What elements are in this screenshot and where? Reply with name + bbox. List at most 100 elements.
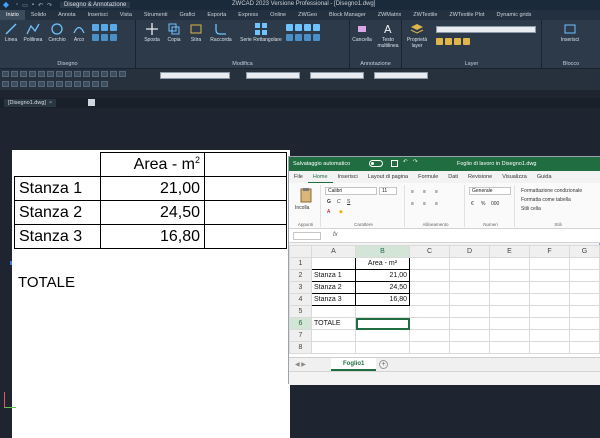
tool-icon[interactable]: [11, 81, 18, 87]
offset-icon[interactable]: [286, 34, 293, 41]
italic-icon[interactable]: C: [337, 199, 341, 205]
incolla-label[interactable]: Incolla: [295, 205, 309, 211]
worksheet-cell[interactable]: [311, 329, 356, 342]
fill-color-icon[interactable]: ◆: [339, 209, 343, 215]
worksheet-cell[interactable]: [409, 293, 450, 306]
worksheet-cell[interactable]: [409, 317, 450, 330]
worksheet-cell[interactable]: [355, 329, 410, 342]
tool-icon[interactable]: [56, 81, 63, 87]
worksheet-cell[interactable]: [489, 317, 530, 330]
worksheet-cell[interactable]: 21,00: [355, 269, 410, 282]
percent-icon[interactable]: %: [481, 201, 485, 207]
worksheet-cell[interactable]: [529, 281, 570, 294]
align-center-icon[interactable]: ≡: [423, 201, 426, 207]
worksheet-cell[interactable]: [569, 269, 600, 282]
tab-inizio[interactable]: Inizio: [0, 10, 25, 20]
tool-icon[interactable]: [47, 71, 54, 77]
point-icon[interactable]: [110, 34, 117, 41]
column-header-a[interactable]: A: [311, 245, 356, 258]
sheet-tab-foglio1[interactable]: Foglio1: [331, 358, 377, 371]
worksheet-table[interactable]: A B C D E F G 1 Area - m² 2 Stanza 1 21,00 3 S…: [289, 245, 600, 354]
add-sheet-button[interactable]: +: [379, 360, 388, 369]
undo-icon[interactable]: ↶: [38, 2, 43, 9]
conditional-formatting-button[interactable]: Formattazione condizionale: [521, 188, 582, 194]
tab-layout[interactable]: Layout di pagina: [363, 171, 413, 183]
row-header[interactable]: 3: [289, 281, 312, 294]
font-color-icon[interactable]: A: [327, 209, 330, 215]
cancella-button[interactable]: Cancella: [350, 22, 374, 43]
stira-button[interactable]: Stira: [186, 22, 206, 43]
tool-icon[interactable]: [74, 81, 81, 87]
raccorda-button[interactable]: Raccorda: [208, 22, 234, 43]
worksheet-cell[interactable]: [529, 317, 570, 330]
tool-icon[interactable]: [110, 71, 117, 77]
tool-icon[interactable]: [92, 71, 99, 77]
color-selector[interactable]: [246, 72, 300, 79]
linetype-selector[interactable]: [310, 72, 364, 79]
tab-dati[interactable]: Dati: [443, 171, 463, 183]
inserisci-blocco-button[interactable]: Inserisci: [556, 22, 584, 43]
tool-icon[interactable]: [29, 81, 36, 87]
worksheet-cell[interactable]: [311, 305, 356, 318]
worksheet-cell[interactable]: [569, 341, 600, 354]
worksheet-cell[interactable]: [409, 281, 450, 294]
tab-esporta[interactable]: Esporta: [201, 10, 232, 20]
arco-button[interactable]: Arco: [70, 22, 88, 43]
tool-icon[interactable]: [92, 81, 99, 87]
redo-icon[interactable]: ↷: [413, 159, 418, 165]
worksheet-cell[interactable]: [489, 257, 530, 270]
align-right-icon[interactable]: ≡: [435, 201, 438, 207]
worksheet-cell[interactable]: [529, 257, 570, 270]
row-header[interactable]: 5: [289, 305, 312, 318]
autosave-toggle[interactable]: [369, 160, 383, 167]
column-header-b[interactable]: B: [355, 245, 410, 258]
row-header[interactable]: 4: [289, 293, 312, 306]
worksheet-cell[interactable]: [409, 329, 450, 342]
close-icon[interactable]: ×: [49, 100, 52, 106]
tool-icon[interactable]: [29, 71, 36, 77]
column-header-g[interactable]: G: [569, 245, 600, 258]
testo-multilinea-button[interactable]: A Testo multilinea: [374, 22, 402, 49]
worksheet-cell[interactable]: [489, 269, 530, 282]
tab-zwgeo[interactable]: ZWGeo: [292, 10, 323, 20]
tool-icon[interactable]: [20, 71, 27, 77]
ellipse-icon[interactable]: [110, 24, 117, 31]
new-icon[interactable]: ▫: [16, 2, 18, 9]
worksheet-cell[interactable]: TOTALE: [311, 317, 356, 330]
column-header-c[interactable]: C: [409, 245, 450, 258]
align-middle-icon[interactable]: ≡: [423, 189, 426, 195]
tab-inserisci[interactable]: Inserisci: [82, 10, 114, 20]
tool-icon[interactable]: [11, 71, 18, 77]
worksheet-cell[interactable]: [489, 329, 530, 342]
new-tab-icon[interactable]: [88, 99, 95, 106]
worksheet-cell[interactable]: [449, 293, 490, 306]
tab-annota[interactable]: Annota: [52, 10, 81, 20]
tab-zwmatrix[interactable]: ZWMatrix: [372, 10, 408, 20]
tab-revisione[interactable]: Revisione: [463, 171, 497, 183]
tool-icon[interactable]: [2, 81, 9, 87]
layer-selector[interactable]: [160, 72, 230, 79]
worksheet-cell[interactable]: [529, 341, 570, 354]
worksheet-cell[interactable]: 16,80: [355, 293, 410, 306]
open-icon[interactable]: ▭: [22, 2, 28, 9]
layer-match-icon[interactable]: [463, 38, 470, 45]
worksheet-cell[interactable]: [489, 281, 530, 294]
worksheet-cell[interactable]: [311, 257, 356, 270]
spline-icon[interactable]: [101, 34, 108, 41]
underline-icon[interactable]: S: [347, 199, 350, 205]
worksheet-cell[interactable]: [355, 317, 410, 330]
column-header-d[interactable]: D: [449, 245, 490, 258]
layer-lock-icon[interactable]: [454, 38, 461, 45]
extend-icon[interactable]: [295, 34, 302, 41]
tab-express[interactable]: Express: [232, 10, 264, 20]
tool-icon[interactable]: [83, 81, 90, 87]
tab-dynamic-grids[interactable]: Dynamic grids: [491, 10, 538, 20]
cad-table[interactable]: Area - m2 Stanza 1 21,00 Stanza 2 24,50 …: [14, 152, 287, 249]
worksheet-cell[interactable]: [569, 257, 600, 270]
workspace-selector[interactable]: Disegno & Annotazione: [60, 2, 131, 8]
proprieta-layer-button[interactable]: Proprietà layer: [404, 22, 430, 49]
copia-button[interactable]: Copia: [164, 22, 184, 43]
save-icon[interactable]: [391, 160, 398, 167]
tool-icon[interactable]: [65, 81, 72, 87]
currency-icon[interactable]: €: [471, 201, 474, 207]
